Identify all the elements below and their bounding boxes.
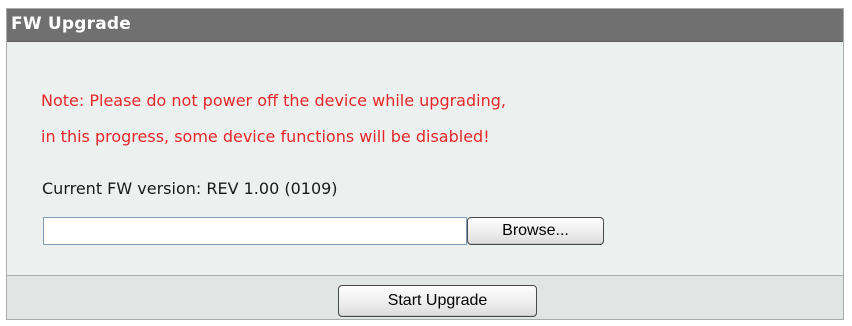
warning-note-line-2: in this progress, some device functions … <box>41 127 490 146</box>
panel-header: FW Upgrade <box>7 9 843 42</box>
browse-button[interactable]: Browse... <box>467 217 604 245</box>
fw-upgrade-panel: FW Upgrade Note: Please do not power off… <box>6 8 844 320</box>
panel-title: FW Upgrade <box>11 14 131 34</box>
warning-note-line-1: Note: Please do not power off the device… <box>41 91 506 110</box>
start-upgrade-button[interactable]: Start Upgrade <box>338 285 537 317</box>
firmware-file-input[interactable] <box>43 217 467 245</box>
current-fw-version: Current FW version: REV 1.00 (0109) <box>42 179 338 198</box>
